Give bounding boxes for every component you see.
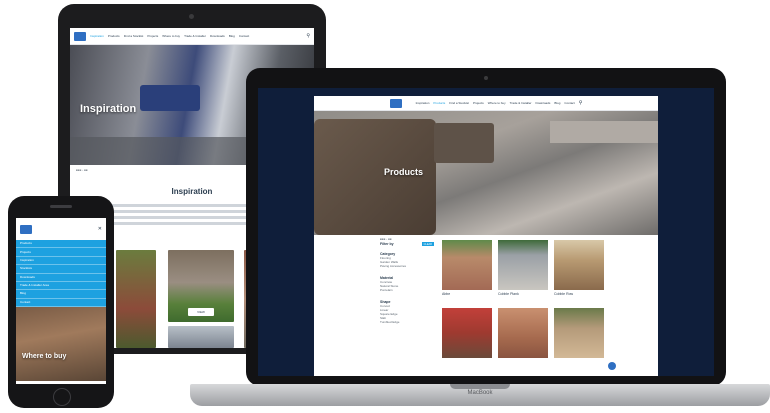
- brand-logo-icon[interactable]: [20, 224, 32, 234]
- filter-option[interactable]: Tumbled Edge: [380, 320, 434, 324]
- nav-item[interactable]: Projects: [147, 34, 158, 38]
- laptop-page: Inspiration Products Find a Stockist Pro…: [314, 96, 658, 376]
- inspiration-thumb[interactable]: VIEW: [168, 250, 234, 322]
- nav-item[interactable]: Inspiration: [90, 34, 104, 38]
- nav-item[interactable]: Contact: [564, 101, 574, 105]
- laptop-brand-label: MacBook: [467, 390, 493, 396]
- nav-item[interactable]: Downloads: [536, 101, 551, 105]
- hero-title: Where to buy: [22, 353, 67, 360]
- filter-option[interactable]: Porcelain: [380, 288, 434, 292]
- menu-item[interactable]: Projects: [16, 248, 106, 257]
- nav-item[interactable]: Contact: [239, 34, 249, 38]
- nav-item[interactable]: Downloads: [210, 34, 225, 38]
- product-card[interactable]: [554, 308, 604, 360]
- laptop-base: MacBook: [190, 384, 770, 406]
- hero-title: Products: [384, 167, 424, 177]
- phone-screen: ✕ Products Projects Inspiration Stockist…: [16, 218, 106, 384]
- nav-item[interactable]: Where to buy: [162, 34, 180, 38]
- filter-label: Filter by: [380, 242, 394, 246]
- nav-item[interactable]: Trade & Installer: [184, 34, 206, 38]
- product-card[interactable]: Abbe: [442, 240, 492, 296]
- search-icon[interactable]: ⚲: [579, 100, 583, 106]
- product-image: [442, 240, 492, 290]
- laptop-lid: Inspiration Products Find a Stockist Pro…: [246, 68, 726, 386]
- product-name: Cobble Row: [554, 292, 574, 296]
- nav-item[interactable]: Projects: [473, 101, 484, 105]
- menu-item[interactable]: Contact: [16, 299, 106, 307]
- recaptcha-badge-icon[interactable]: [608, 362, 616, 370]
- product-card[interactable]: Cobble Plank: [498, 240, 548, 296]
- nav-item[interactable]: Trade & Installer: [510, 101, 532, 105]
- product-name: Abbe: [442, 292, 451, 296]
- phone-header: ✕: [16, 218, 106, 240]
- laptop-notch: [450, 384, 510, 389]
- step-shape: [550, 121, 658, 143]
- tablet-nav: Inspiration Products Find a Stockist Pro…: [70, 28, 314, 45]
- menu-item[interactable]: Blog: [16, 290, 106, 299]
- brand-logo-icon[interactable]: [389, 98, 402, 108]
- phone-menu: Products Projects Inspiration Stockists …: [16, 240, 106, 307]
- laptop-camera: [484, 76, 488, 80]
- nav-item[interactable]: Where to buy: [488, 101, 506, 105]
- nav-item[interactable]: Blog: [554, 101, 560, 105]
- filter-group: Category Flooring Garden Walls Paving Ac…: [380, 252, 434, 268]
- phone-speaker: [50, 205, 72, 208]
- product-card[interactable]: [498, 308, 548, 360]
- filter-group: Material Concrete Natural Stone Porcelai…: [380, 276, 434, 292]
- view-button[interactable]: VIEW: [188, 308, 214, 316]
- sofa-shape: [140, 85, 200, 111]
- inspiration-thumb[interactable]: [168, 326, 234, 348]
- product-image: [442, 308, 492, 358]
- product-image: [554, 308, 604, 358]
- menu-item[interactable]: Inspiration: [16, 257, 106, 266]
- nav-item[interactable]: Products: [108, 34, 120, 38]
- chair-shape: [314, 119, 436, 235]
- filter-group: Shape Curved Linear Square Edge Slab Tum…: [380, 300, 434, 324]
- search-icon[interactable]: ⚲: [306, 33, 310, 39]
- nav-item[interactable]: Blog: [229, 34, 235, 38]
- product-image: [554, 240, 604, 290]
- hero-title: Inspiration: [80, 103, 137, 115]
- inspiration-thumb[interactable]: [116, 250, 156, 348]
- laptop-screen: Inspiration Products Find a Stockist Pro…: [258, 88, 714, 376]
- brand-logo-icon[interactable]: [74, 31, 86, 41]
- nav-item[interactable]: Inspiration: [416, 101, 430, 105]
- laptop-nav: Inspiration Products Find a Stockist Pro…: [314, 96, 658, 111]
- menu-item[interactable]: Products: [16, 240, 106, 249]
- laptop-hero-image: Products: [314, 111, 658, 235]
- filter-clear-button[interactable]: CLEAR: [421, 242, 434, 246]
- product-image: [498, 240, 548, 290]
- product-card[interactable]: [442, 308, 492, 360]
- product-card[interactable]: Cobble Row: [554, 240, 604, 296]
- menu-item[interactable]: Trade & Installer Area: [16, 282, 106, 291]
- product-image: [498, 308, 548, 358]
- menu-close-icon[interactable]: ✕: [98, 226, 102, 232]
- nav-item[interactable]: Find a Stockist: [124, 34, 144, 38]
- home-button-icon[interactable]: [53, 388, 71, 406]
- filter-sidebar: Filter by CLEAR Category Flooring Garden…: [380, 242, 434, 324]
- menu-item[interactable]: Downloads: [16, 274, 106, 282]
- product-name: Cobble Plank: [498, 292, 519, 296]
- tablet-camera: [189, 14, 194, 19]
- filter-option[interactable]: Paving Accessories: [380, 264, 434, 268]
- menu-item[interactable]: Stockists: [16, 265, 106, 274]
- nav-item[interactable]: Products: [433, 101, 445, 105]
- nav-item[interactable]: Find a Stockist: [449, 101, 469, 105]
- table-shape: [434, 123, 494, 163]
- phone-device: ✕ Products Projects Inspiration Stockist…: [8, 196, 114, 408]
- phone-hero-image: Where to buy: [16, 307, 106, 381]
